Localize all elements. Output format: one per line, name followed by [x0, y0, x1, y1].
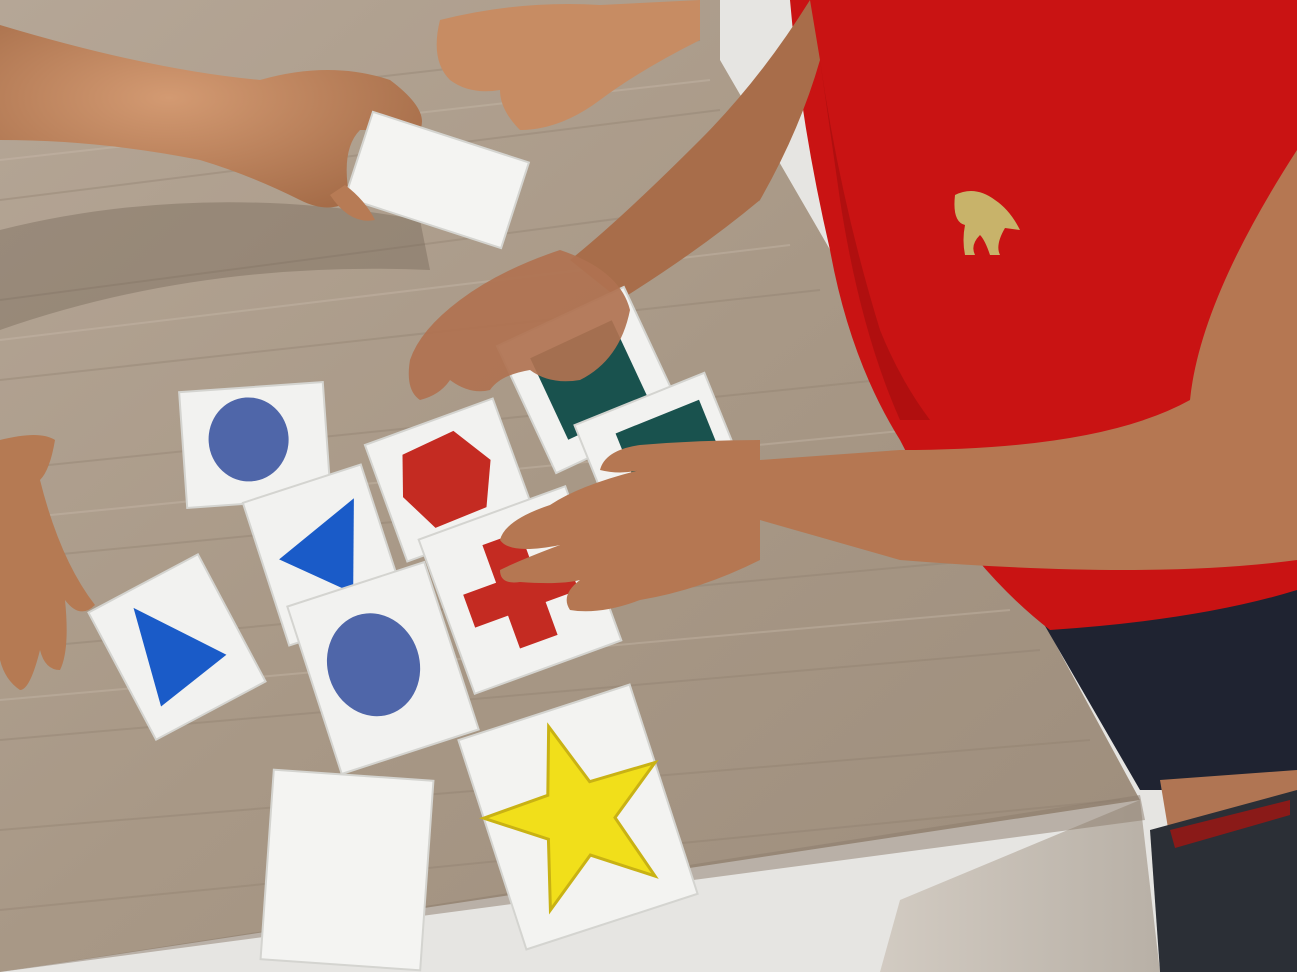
photo-canvas: [0, 0, 1297, 972]
photo-scene: [0, 0, 1297, 972]
card-blank-1[interactable]: [259, 768, 435, 972]
